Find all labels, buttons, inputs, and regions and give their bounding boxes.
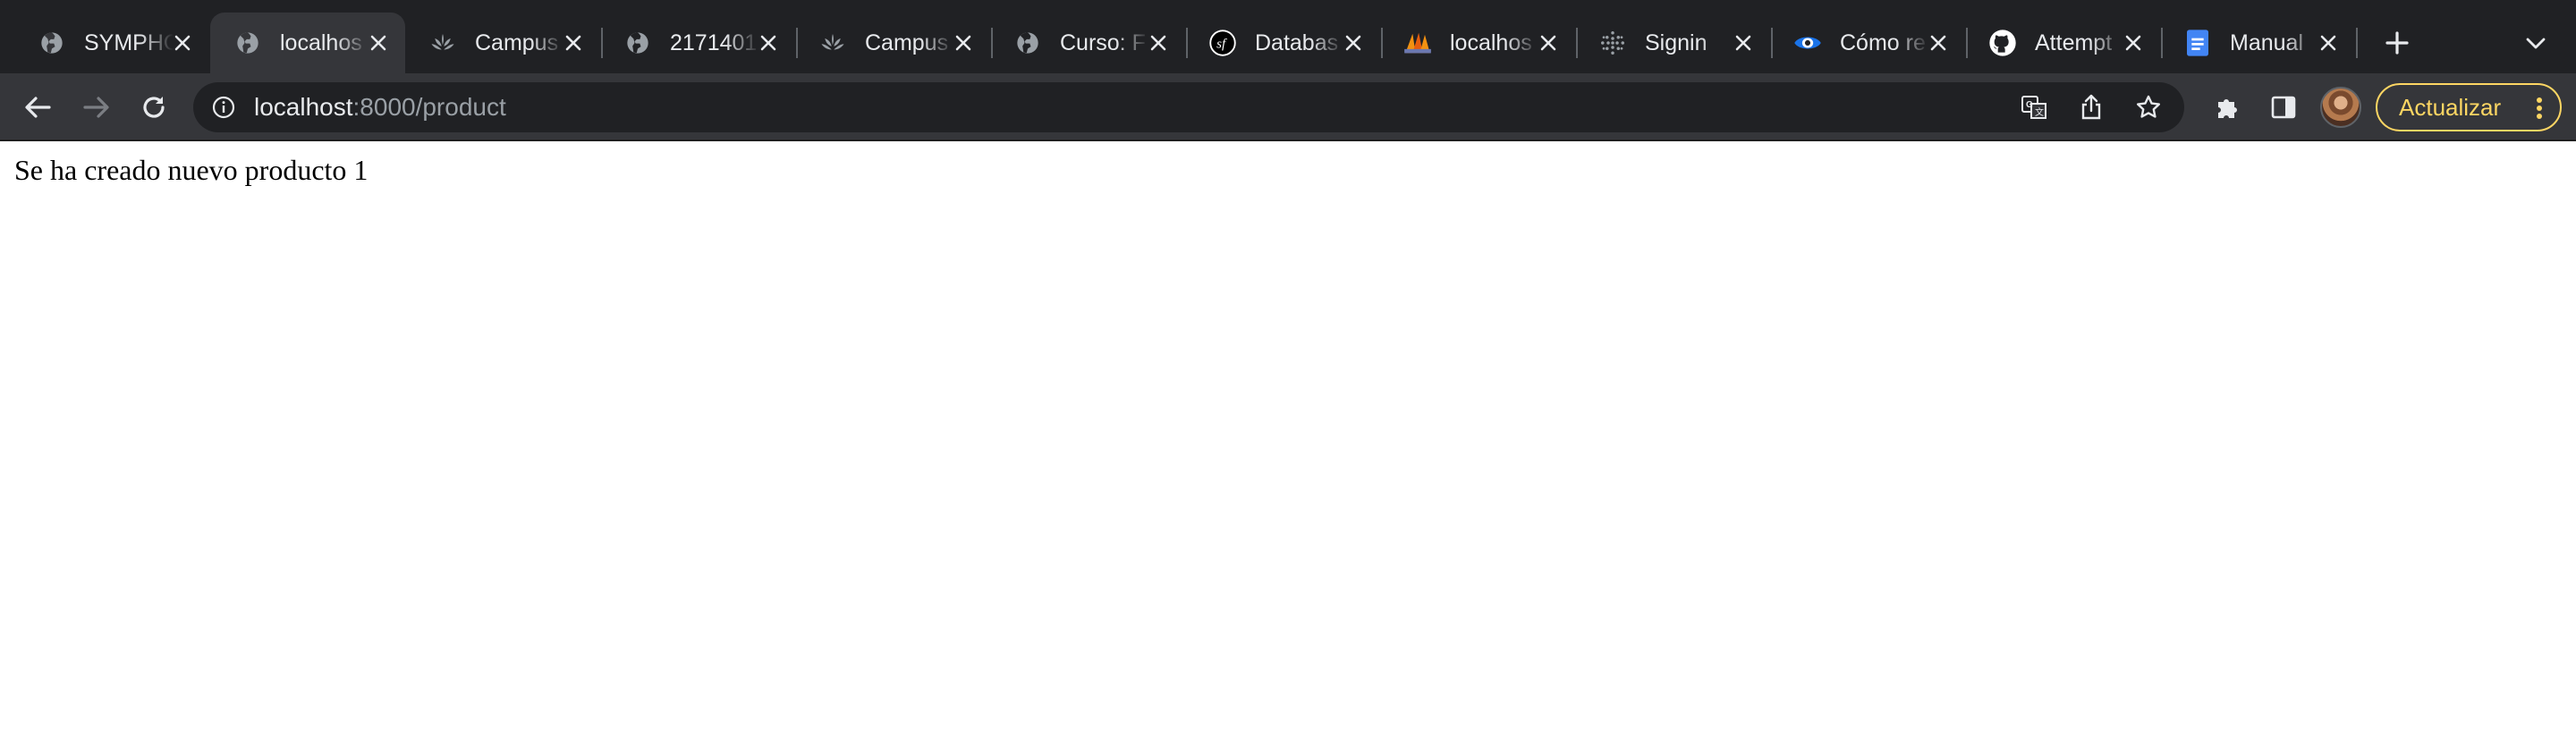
url-text[interactable]: localhost:8000/product [254, 94, 506, 121]
more-vert-icon[interactable] [2535, 96, 2544, 121]
symfony-icon: sf [1208, 29, 1237, 57]
back-arrow-icon[interactable] [20, 89, 55, 125]
globe-icon [623, 29, 652, 57]
status-message: Se ha creado nuevo producto 1 [14, 154, 369, 186]
tab-campus-2[interactable]: Campus [795, 13, 990, 73]
close-tab-icon[interactable] [2123, 32, 2144, 54]
tab-title: Campus [865, 30, 949, 55]
tab-title: Databas [1255, 30, 1339, 55]
browser-toolbar: localhost:8000/product G文 Actualizar [0, 73, 2576, 141]
tab-title: localhos [1450, 30, 1532, 55]
forward-arrow-icon[interactable] [79, 89, 114, 125]
phpmyadmin-icon [1403, 29, 1432, 57]
address-bar[interactable]: localhost:8000/product G文 [193, 82, 2184, 132]
tab-manual[interactable]: Manual [2160, 13, 2355, 73]
close-tab-icon[interactable] [1928, 32, 1949, 54]
tab-title: Cómo re [1840, 30, 1926, 55]
close-tab-icon[interactable] [368, 32, 389, 54]
tab-strip: SYMPHO localhos Campus 2171401 Campus Cu… [0, 0, 2576, 73]
docs-icon [2183, 29, 2212, 57]
translate-icon[interactable]: G文 [2020, 93, 2048, 122]
close-tab-icon[interactable] [172, 32, 193, 54]
tab-signin[interactable]: Signin [1575, 13, 1770, 73]
eye-icon [1793, 29, 1822, 57]
close-tab-icon[interactable] [758, 32, 779, 54]
campus-icon [428, 29, 457, 57]
close-tab-icon[interactable] [1733, 32, 1754, 54]
tab-separator [2356, 28, 2358, 58]
tab-database[interactable]: sf Databas [1185, 13, 1380, 73]
close-tab-icon[interactable] [953, 32, 974, 54]
extensions-puzzle-icon[interactable] [2209, 89, 2245, 125]
chevron-down-icon[interactable] [2522, 30, 2549, 57]
url-host: localhost [254, 93, 353, 121]
share-icon[interactable] [2077, 93, 2106, 122]
tab-title: Curso: F [1060, 30, 1146, 55]
update-button-label: Actualizar [2399, 93, 2502, 121]
globe-icon [233, 29, 262, 57]
new-tab-icon[interactable] [2381, 27, 2413, 59]
svg-text:文: 文 [2035, 106, 2044, 118]
close-tab-icon[interactable] [563, 32, 584, 54]
campus-icon [818, 29, 847, 57]
globe-icon [1013, 29, 1042, 57]
tab-como[interactable]: Cómo re [1770, 13, 1965, 73]
close-tab-icon[interactable] [1148, 32, 1169, 54]
tab-title: localhos [280, 30, 362, 55]
close-tab-icon[interactable] [1538, 32, 1559, 54]
update-button[interactable]: Actualizar [2376, 83, 2562, 131]
tab-title: SYMPHO [84, 30, 174, 55]
tab-title: 2171401 [670, 30, 758, 55]
reload-icon[interactable] [136, 89, 172, 125]
close-tab-icon[interactable] [2318, 32, 2339, 54]
tab-title: Signin [1645, 30, 1707, 55]
tab-sympho[interactable]: SYMPHO [14, 13, 209, 73]
profile-avatar[interactable] [2320, 87, 2361, 128]
tab-localhost-active[interactable]: localhos [210, 13, 405, 73]
tab-localhost-phpmyadmin[interactable]: localhos [1380, 13, 1575, 73]
url-path: :8000/product [352, 93, 506, 121]
site-info-icon[interactable] [211, 95, 236, 120]
dots-icon [1598, 29, 1627, 57]
side-panel-icon[interactable] [2266, 89, 2301, 125]
tab-curso[interactable]: Curso: F [990, 13, 1185, 73]
bookmark-star-icon[interactable] [2134, 93, 2163, 122]
tab-title: Campus [475, 30, 559, 55]
close-tab-icon[interactable] [1343, 32, 1364, 54]
tab-title: Attempt [2035, 30, 2113, 55]
tab-campus[interactable]: Campus [405, 13, 600, 73]
tab-title: Manual [2230, 30, 2303, 55]
tab-2171401[interactable]: 2171401 [600, 13, 795, 73]
page-content: Se ha creado nuevo producto 1 [0, 141, 2576, 744]
github-icon [1988, 29, 2017, 57]
tab-attempt[interactable]: Attempt [1965, 13, 2160, 73]
globe-icon [38, 29, 66, 57]
svg-text:G: G [2026, 100, 2033, 110]
